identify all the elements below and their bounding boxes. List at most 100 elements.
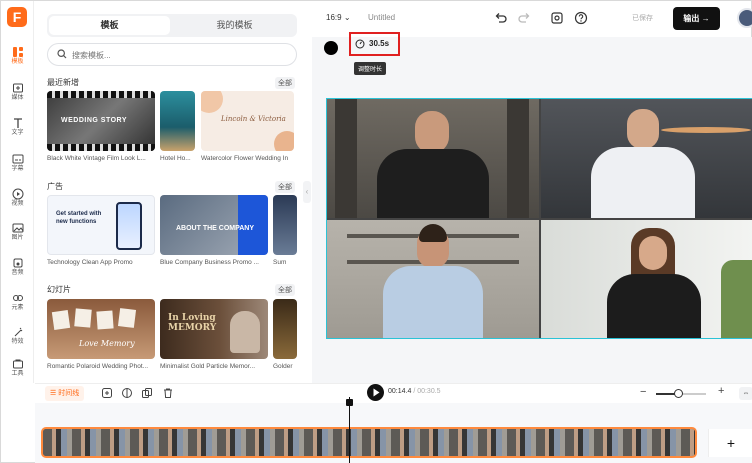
rail-item-video[interactable]: 视频: [1, 186, 34, 214]
playhead-handle[interactable]: [346, 399, 353, 406]
undo-icon[interactable]: [493, 11, 507, 25]
rail-item-subtitles[interactable]: 字幕: [1, 151, 34, 179]
template-card-summer[interactable]: [273, 195, 297, 255]
thumb-text: Get started with new functions: [56, 211, 102, 225]
image-icon: [12, 223, 23, 233]
flower-decoration: [274, 131, 294, 151]
screenshot-icon[interactable]: [550, 11, 564, 25]
rail-item-effects[interactable]: 特效: [1, 324, 34, 352]
aspect-ratio-select[interactable]: 16:9 ⌄: [326, 13, 351, 22]
template-search[interactable]: [47, 43, 297, 66]
template-card-golden[interactable]: [273, 299, 297, 359]
chevron-down-icon: ⌄: [343, 13, 351, 22]
template-caption: Golder: [273, 363, 293, 370]
redo-icon[interactable]: [518, 11, 532, 25]
text-icon: [13, 118, 22, 128]
rail-item-elements[interactable]: 元素: [1, 290, 34, 318]
editor-window: F 模板 媒体 文字 字幕 视频 图片 音频 元素 特效 工具 模板 我的模板 …: [0, 0, 752, 463]
tools-icon: [12, 359, 23, 369]
see-all-ads-button[interactable]: 全部: [275, 181, 295, 193]
curtain: [335, 99, 357, 218]
timeline-tab[interactable]: ☰ 时间线: [45, 386, 85, 401]
help-icon[interactable]: [574, 11, 588, 25]
tab-my-templates[interactable]: 我的模板: [174, 16, 295, 35]
curtain: [507, 99, 529, 218]
duration-value: 30.5s: [369, 39, 390, 48]
rail-item-tools[interactable]: 工具: [1, 356, 34, 384]
aspect-ratio-value: 16:9: [326, 13, 342, 22]
thumb-text: Lincoln & Victoria: [221, 115, 286, 123]
person-face: [639, 236, 667, 270]
zoom-in-icon[interactable]: +: [718, 385, 724, 397]
rail-item-images[interactable]: 图片: [1, 220, 34, 248]
template-caption: Technology Clean App Promo: [47, 259, 133, 266]
delete-icon[interactable]: [162, 387, 174, 399]
playback-time: 00:14.4 / 00:30.5: [388, 388, 441, 395]
video-preview[interactable]: [326, 98, 752, 339]
rail-item-media[interactable]: 媒体: [1, 80, 34, 108]
thumb-text: In Loving MEMORY: [168, 313, 217, 333]
polaroid-photo: [96, 310, 114, 330]
collapse-panel-handle[interactable]: ‹: [303, 181, 311, 203]
template-card-company[interactable]: ABOUT THE COMPANY: [160, 195, 268, 255]
project-title[interactable]: Untitled: [368, 13, 395, 22]
see-all-slideshow-button[interactable]: 全部: [275, 284, 295, 296]
subtitle-icon: [12, 154, 23, 164]
thumb-text: ABOUT THE COMPANY: [176, 225, 255, 232]
add-track-button[interactable]: +: [708, 429, 752, 457]
phone-mockup: [116, 202, 142, 250]
duplicate-icon[interactable]: [141, 387, 153, 399]
media-icon: [12, 83, 23, 93]
rail-item-templates[interactable]: 模板: [1, 44, 34, 72]
template-caption: Black White Vintage Film Look L...: [47, 155, 146, 162]
rail-item-label: 元素: [11, 305, 24, 311]
fit-timeline-icon[interactable]: ⇔: [739, 387, 752, 400]
split-icon[interactable]: [121, 387, 133, 399]
film-strip: [47, 144, 155, 151]
rail-item-label: 字幕: [11, 166, 24, 172]
rail-item-label: 工具: [11, 371, 24, 377]
template-card-memorial[interactable]: In Loving MEMORY: [160, 299, 268, 359]
timeline-toolbar: ☰ 时间线 00:14.4 / 00:30.5 − + ⇔: [35, 383, 752, 403]
templates-panel: 模板 我的模板 最近新增 全部 WEDDING STORY Black Whit…: [35, 1, 306, 383]
effects-icon: [14, 327, 22, 337]
zoom-slider-handle[interactable]: [674, 389, 683, 398]
section-title-slideshow: 幻灯片: [47, 285, 71, 294]
duration-control[interactable]: 30.5s: [349, 32, 400, 56]
save-status: 已保存: [632, 15, 653, 22]
ceiling-light: [661, 127, 751, 133]
export-button[interactable]: 输出 →: [673, 7, 720, 30]
rail-item-label: 媒体: [11, 95, 24, 101]
person-hair: [419, 224, 447, 242]
clip-thumbnails: [43, 429, 695, 456]
rail-item-label: 特效: [11, 339, 24, 345]
person-body: [607, 274, 701, 338]
video-clip[interactable]: [41, 427, 697, 458]
timeline-label: 时间线: [58, 390, 80, 397]
thumb-text: Love Memory: [79, 339, 135, 348]
flower-decoration: [201, 91, 223, 113]
play-button[interactable]: [367, 384, 384, 401]
add-clip-icon[interactable]: [101, 387, 113, 399]
app-logo[interactable]: F: [7, 7, 27, 27]
video-tile-top-right: [541, 99, 752, 218]
template-card-polaroid[interactable]: Love Memory: [47, 299, 155, 359]
person-body: [377, 149, 489, 218]
rail-item-audio[interactable]: 音频: [1, 255, 34, 283]
arrow-right-icon: →: [701, 14, 710, 23]
template-card-watercolor[interactable]: Lincoln & Victoria: [201, 91, 294, 151]
search-input[interactable]: [72, 48, 282, 62]
see-all-recent-button[interactable]: 全部: [275, 77, 295, 89]
person-head: [627, 109, 659, 149]
template-card-app-promo[interactable]: Get started with new functions: [47, 195, 155, 255]
left-rail: F 模板 媒体 文字 字幕 视频 图片 音频 元素 特效 工具: [1, 1, 34, 383]
polaroid-photo: [117, 308, 137, 328]
user-avatar[interactable]: [737, 8, 752, 28]
template-card-hotel[interactable]: [160, 91, 195, 151]
tab-templates[interactable]: 模板: [49, 16, 170, 35]
template-card-vintage-film[interactable]: WEDDING STORY: [47, 91, 155, 151]
zoom-out-icon[interactable]: −: [640, 386, 646, 398]
section-title-recent: 最近新增: [47, 78, 79, 87]
rail-item-text[interactable]: 文字: [1, 115, 34, 143]
background-color-picker[interactable]: [324, 41, 338, 55]
